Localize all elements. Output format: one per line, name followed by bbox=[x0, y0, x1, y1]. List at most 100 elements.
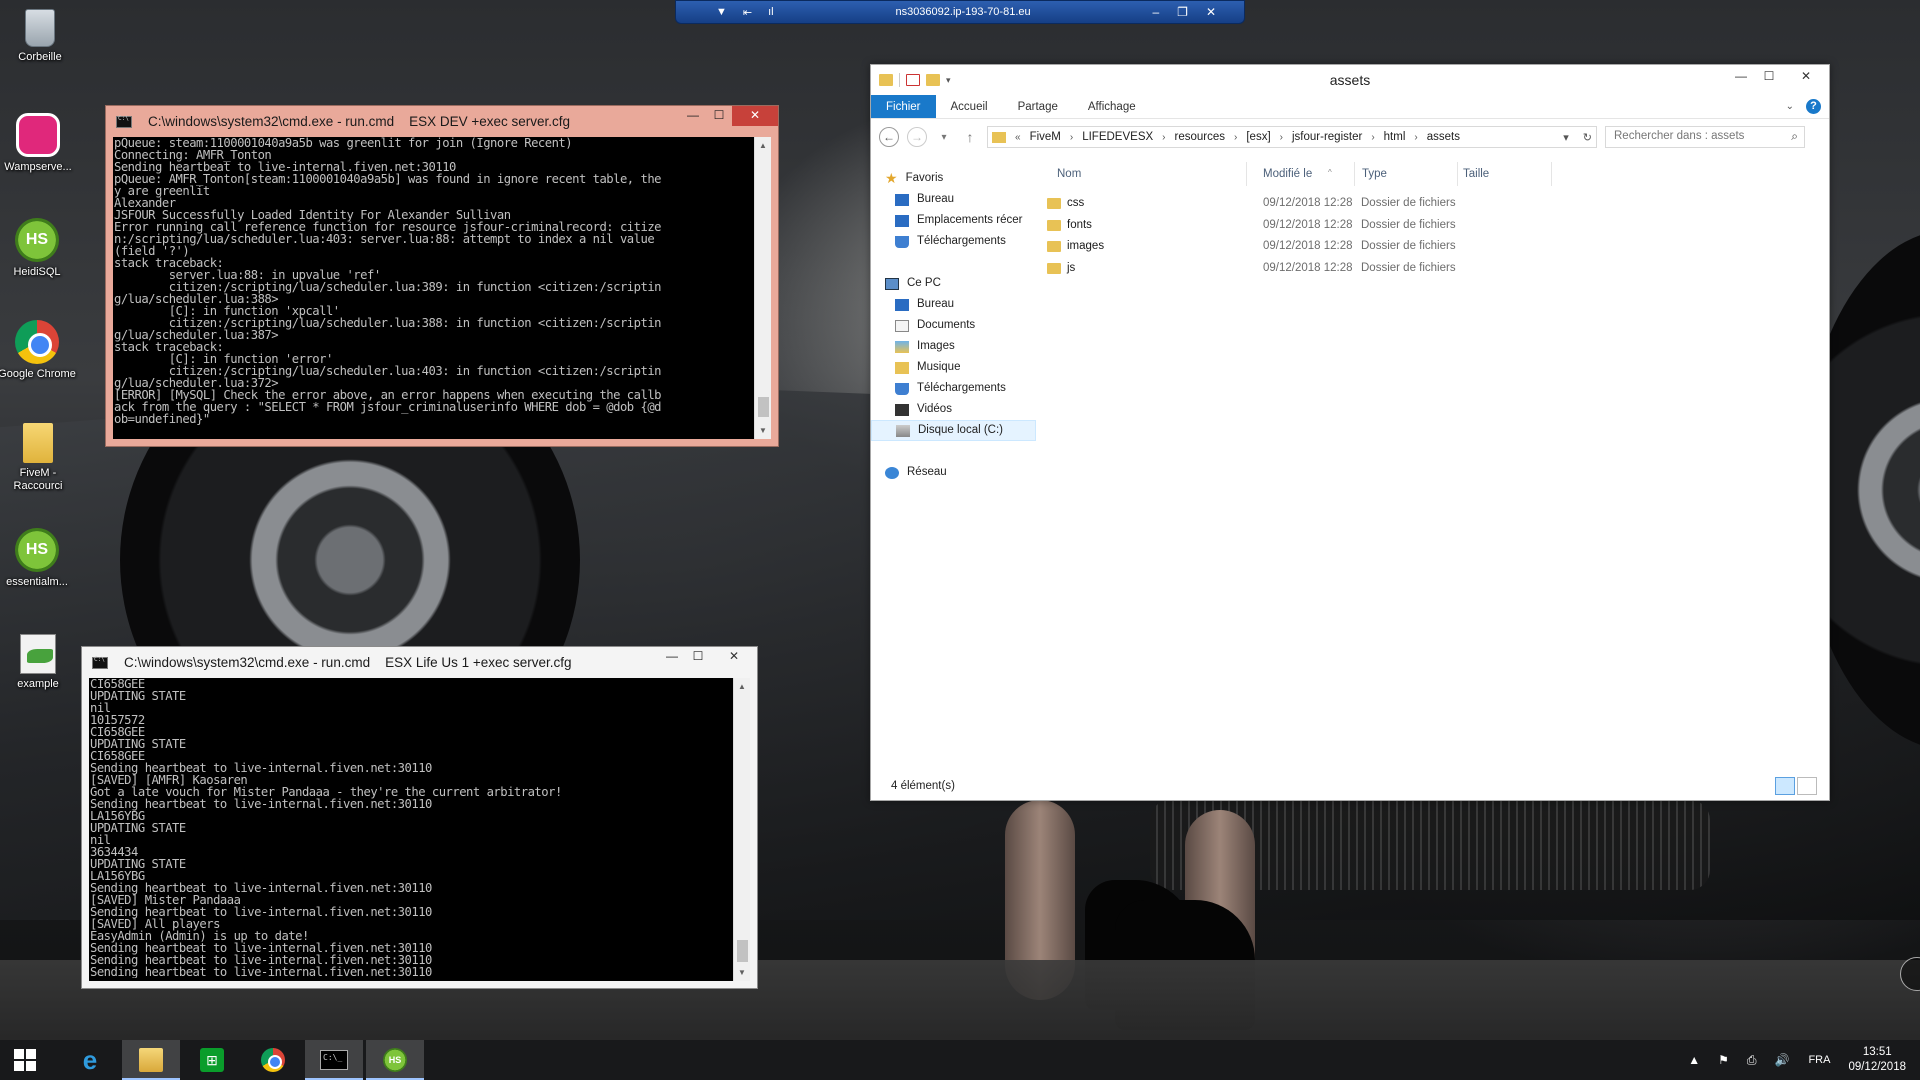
tab-partage[interactable]: Partage bbox=[1003, 95, 1073, 118]
scrollbar-thumb[interactable] bbox=[758, 397, 769, 417]
desktop-icon-heidisql[interactable]: HS HeidiSQL bbox=[0, 218, 77, 279]
desktop-icon-example[interactable]: example bbox=[0, 634, 78, 691]
recent-locations-button[interactable]: ▾ bbox=[935, 132, 953, 143]
breadcrumb-item[interactable]: assets bbox=[1427, 131, 1460, 143]
breadcrumb-item[interactable]: [esx] bbox=[1246, 131, 1270, 143]
refresh-icon[interactable]: ↻ bbox=[1583, 131, 1592, 144]
scroll-down-icon[interactable]: ▼ bbox=[734, 964, 750, 981]
console-line: UPDATING STATE bbox=[90, 857, 186, 871]
desktop-icon-wampserver[interactable]: Wampserve... bbox=[0, 113, 78, 174]
scrollbar[interactable]: ▲ ▼ bbox=[754, 137, 771, 439]
nav-item[interactable]: Emplacements récer bbox=[871, 210, 1036, 231]
pin-icon[interactable]: ▼ bbox=[716, 6, 727, 19]
minimize-button[interactable]: — bbox=[659, 647, 685, 667]
expand-ribbon-icon[interactable]: ⌄ bbox=[1786, 101, 1794, 112]
console-output[interactable]: CI658GEE UPDATING STATE nil 10157572 CI658GE… bbox=[89, 678, 750, 981]
scroll-up-icon[interactable]: ▲ bbox=[734, 678, 750, 695]
nav-item[interactable]: Disque local (C:) bbox=[871, 420, 1036, 441]
large-icons-view-button[interactable] bbox=[1797, 777, 1817, 795]
close-button[interactable]: ✕ bbox=[732, 106, 778, 126]
breadcrumb-overflow[interactable]: « bbox=[1015, 132, 1021, 143]
taskbar-heidisql[interactable]: HS bbox=[366, 1040, 424, 1080]
volume-icon[interactable]: 🔊 bbox=[1774, 1053, 1789, 1067]
file-explorer-window[interactable]: ▾ assets — ☐ ✕ Fichier Accueil Partage A… bbox=[870, 64, 1830, 801]
up-button[interactable]: ↑ bbox=[961, 129, 979, 145]
nav-item[interactable]: Téléchargements bbox=[871, 231, 1036, 252]
desktop-icon-chrome[interactable]: Google Chrome bbox=[0, 320, 77, 381]
close-button[interactable]: ✕ bbox=[711, 647, 757, 667]
nav-item[interactable]: Musique bbox=[871, 357, 1036, 378]
back-button[interactable]: ← bbox=[879, 127, 899, 147]
desktop-icon-fivem[interactable]: FiveM - Raccourci bbox=[0, 423, 78, 493]
folder-icon bbox=[992, 131, 1006, 143]
file-row[interactable]: css 09/12/2018 12:28 Dossier de fichiers bbox=[1047, 193, 1827, 214]
search-input[interactable]: Rechercher dans : assets ⌕ bbox=[1605, 126, 1805, 148]
nav-item[interactable]: Bureau bbox=[871, 189, 1036, 210]
file-row[interactable]: js 09/12/2018 12:28 Dossier de fichiers bbox=[1047, 258, 1827, 279]
address-dropdown-icon[interactable]: ▾ bbox=[1563, 131, 1569, 144]
file-row[interactable]: images 09/12/2018 12:28 Dossier de fichier… bbox=[1047, 236, 1827, 257]
rdp-close-button[interactable]: ✕ bbox=[1206, 5, 1216, 19]
scrollbar[interactable]: ▲ ▼ bbox=[733, 678, 750, 981]
rdp-restore-button[interactable]: ❐ bbox=[1177, 5, 1188, 19]
tab-affichage[interactable]: Affichage bbox=[1073, 95, 1151, 118]
help-icon[interactable]: ? bbox=[1806, 99, 1821, 114]
file-name: js bbox=[1067, 261, 1076, 274]
scrollbar-thumb[interactable] bbox=[737, 940, 748, 962]
taskbar-ie[interactable]: e bbox=[61, 1040, 119, 1080]
start-button[interactable] bbox=[0, 1040, 58, 1080]
file-row[interactable]: fonts 09/12/2018 12:28 Dossier de fichiers bbox=[1047, 215, 1827, 236]
breadcrumb-item[interactable]: LIFEDEVESX bbox=[1082, 131, 1153, 143]
taskbar-chrome[interactable] bbox=[244, 1040, 302, 1080]
nav-item-label: Favoris bbox=[905, 172, 944, 184]
details-view-button[interactable] bbox=[1775, 777, 1795, 795]
search-icon[interactable]: ⌕ bbox=[1791, 129, 1798, 144]
explorer-titlebar[interactable]: ▾ assets — ☐ ✕ bbox=[871, 65, 1829, 95]
maximize-button[interactable]: ☐ bbox=[685, 647, 711, 667]
scroll-down-icon[interactable]: ▼ bbox=[755, 422, 771, 439]
scroll-up-icon[interactable]: ▲ bbox=[755, 137, 771, 154]
desktop-icon-essentialmode[interactable]: HS essentialm... bbox=[0, 528, 77, 589]
address-bar[interactable]: « FiveM › LIFEDEVESX › resources › [esx]… bbox=[987, 126, 1597, 148]
forward-button[interactable]: → bbox=[907, 127, 927, 147]
desktop-icon-corbeille[interactable]: Corbeille bbox=[0, 6, 80, 64]
taskbar-explorer[interactable] bbox=[122, 1040, 180, 1080]
breadcrumb-item[interactable]: resources bbox=[1175, 131, 1226, 143]
minimize-button[interactable]: — bbox=[680, 106, 706, 126]
console-output[interactable]: pQueue: steam:1100001040a9a5b was greenl… bbox=[113, 137, 771, 439]
nav-item[interactable]: ★ Favoris bbox=[871, 168, 1036, 189]
column-header-modified[interactable]: Modifié le bbox=[1263, 168, 1312, 180]
cmd-titlebar[interactable]: C:\windows\system32\cmd.exe - run.cmd ES… bbox=[82, 647, 757, 678]
breadcrumb-item[interactable]: jsfour-register bbox=[1292, 131, 1362, 143]
tab-accueil[interactable]: Accueil bbox=[936, 95, 1003, 118]
cmd-window-esx-dev[interactable]: C:\windows\system32\cmd.exe - run.cmd ES… bbox=[105, 105, 779, 447]
nav-item[interactable]: Images bbox=[871, 336, 1036, 357]
input-language[interactable]: FRA bbox=[1808, 1054, 1830, 1066]
action-center-flag-icon[interactable]: ⚑ bbox=[1718, 1053, 1729, 1067]
show-hidden-icons-icon[interactable]: ▲ bbox=[1688, 1053, 1700, 1067]
tab-fichier[interactable]: Fichier bbox=[871, 95, 936, 118]
taskbar-store[interactable]: ⊞ bbox=[183, 1040, 241, 1080]
nav-item[interactable]: Téléchargements bbox=[871, 378, 1036, 399]
nav-item[interactable]: Vidéos bbox=[871, 399, 1036, 420]
cmd-titlebar[interactable]: C:\windows\system32\cmd.exe - run.cmd ES… bbox=[106, 106, 778, 137]
maximize-button[interactable]: ☐ bbox=[706, 106, 732, 126]
breadcrumb-item[interactable]: FiveM bbox=[1030, 131, 1061, 143]
nav-item[interactable]: Réseau bbox=[871, 462, 1036, 483]
rdp-minimize-button[interactable]: – bbox=[1152, 5, 1159, 19]
breadcrumb-item[interactable]: html bbox=[1384, 131, 1406, 143]
taskbar-cmd[interactable]: C:\_ bbox=[305, 1040, 363, 1080]
clock[interactable]: 13:51 09/12/2018 bbox=[1848, 1045, 1906, 1075]
network-icon[interactable]: ⎙ bbox=[1747, 1053, 1757, 1068]
column-header-type[interactable]: Type bbox=[1362, 168, 1387, 180]
nav-item[interactable]: Documents bbox=[871, 315, 1036, 336]
column-header-size[interactable]: Taille bbox=[1463, 168, 1489, 180]
maximize-button[interactable]: ☐ bbox=[1755, 65, 1783, 87]
column-header-name[interactable]: Nom bbox=[1057, 168, 1081, 180]
nav-item[interactable]: Bureau bbox=[871, 294, 1036, 315]
nav-item[interactable]: Ce PC bbox=[871, 273, 1036, 294]
cmd-window-esx-life[interactable]: C:\windows\system32\cmd.exe - run.cmd ES… bbox=[81, 646, 758, 989]
close-button[interactable]: ✕ bbox=[1783, 65, 1829, 87]
minimize-button[interactable]: — bbox=[1727, 65, 1755, 87]
